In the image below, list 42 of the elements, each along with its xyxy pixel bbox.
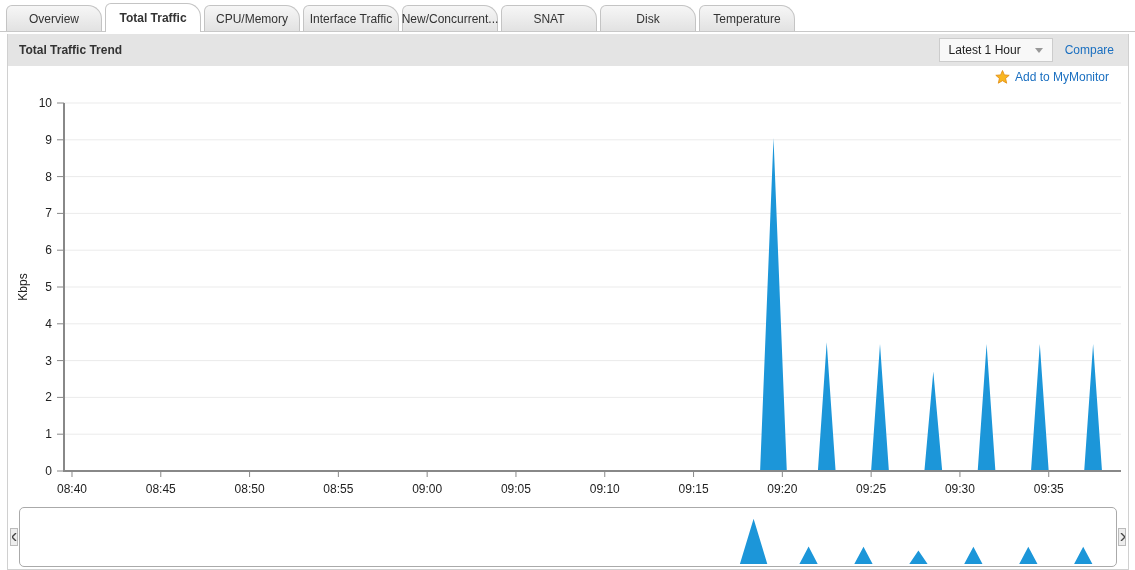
y-tick-label: 3 bbox=[45, 353, 52, 368]
x-tick-label: 08:55 bbox=[323, 482, 354, 496]
y-tick-label: 10 bbox=[38, 96, 52, 110]
chart-title: Total Traffic Trend bbox=[19, 43, 124, 57]
x-tick-label: 08:40 bbox=[57, 482, 87, 496]
scroll-right-button[interactable] bbox=[1118, 528, 1126, 546]
x-tick-label: 09:00 bbox=[412, 482, 443, 496]
scroll-left-button[interactable] bbox=[10, 528, 18, 546]
x-tick-label: 09:25 bbox=[856, 482, 887, 496]
x-tick-label: 09:05 bbox=[500, 482, 531, 496]
x-tick-label: 09:35 bbox=[1033, 482, 1064, 496]
tab[interactable]: SNAT bbox=[501, 5, 597, 31]
tab[interactable]: New/Concurrent... bbox=[402, 5, 498, 31]
tab[interactable]: Total Traffic bbox=[105, 3, 201, 32]
tab[interactable]: Temperature bbox=[699, 5, 795, 31]
y-axis-title: Kbps bbox=[16, 273, 30, 301]
caret-right-icon bbox=[1119, 533, 1125, 541]
y-tick-label: 2 bbox=[45, 390, 52, 405]
tab[interactable]: Overview bbox=[6, 5, 102, 31]
x-tick-label: 08:45 bbox=[145, 482, 176, 496]
x-tick-label: 09:10 bbox=[589, 482, 620, 496]
y-tick-label: 1 bbox=[45, 427, 52, 442]
x-tick-label: 08:50 bbox=[234, 482, 265, 496]
y-tick-label: 0 bbox=[45, 464, 52, 478]
add-to-mymonitor-link[interactable]: Add to MyMonitor bbox=[1014, 70, 1109, 84]
tab[interactable]: Disk bbox=[600, 5, 696, 31]
y-tick-label: 7 bbox=[45, 206, 52, 221]
x-tick-label: 09:30 bbox=[944, 482, 975, 496]
y-tick-label: 9 bbox=[45, 132, 52, 147]
compare-link[interactable]: Compare bbox=[1064, 43, 1114, 57]
y-tick-label: 5 bbox=[45, 280, 52, 294]
x-tick-label: 09:15 bbox=[678, 482, 709, 496]
caret-icon bbox=[1034, 47, 1043, 53]
y-tick-label: 4 bbox=[45, 316, 52, 331]
x-tick-label: 09:20 bbox=[767, 482, 798, 496]
tab[interactable]: Interface Traffic bbox=[303, 5, 399, 31]
y-tick-label: 6 bbox=[45, 243, 52, 258]
caret-left-icon bbox=[11, 533, 17, 541]
tab[interactable]: CPU/Memory bbox=[204, 5, 300, 31]
y-tick-label: 8 bbox=[45, 169, 52, 184]
time-range-dropdown[interactable]: Latest 1 Hour bbox=[938, 38, 1053, 62]
star-icon bbox=[994, 70, 1010, 84]
